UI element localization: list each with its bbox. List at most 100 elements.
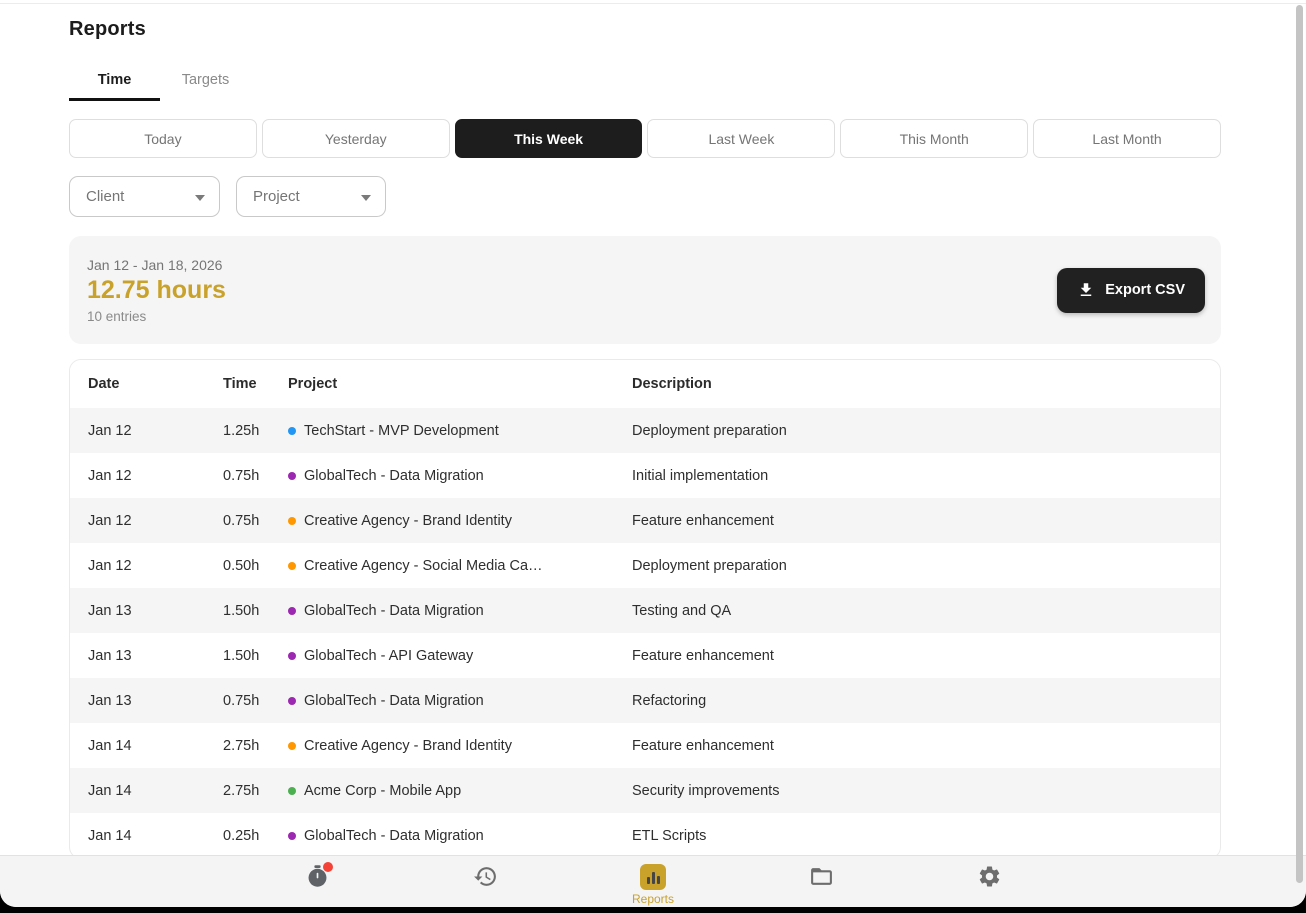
summary-entry-count: 10 entries bbox=[87, 309, 226, 324]
app-window: Reports Time Targets Today Yesterday Thi… bbox=[0, 0, 1306, 907]
cell-project: GlobalTech - Data Migration bbox=[288, 693, 632, 709]
project-color-dot bbox=[288, 832, 296, 840]
history-icon bbox=[473, 864, 498, 889]
cell-description: Security improvements bbox=[632, 783, 1202, 799]
project-name: GlobalTech - Data Migration bbox=[304, 468, 484, 484]
cell-time: 0.75h bbox=[223, 513, 288, 529]
table-body: Jan 12 1.25h TechStart - MVP Development… bbox=[70, 408, 1220, 858]
cell-date: Jan 13 bbox=[88, 603, 223, 619]
range-yesterday-button[interactable]: Yesterday bbox=[262, 119, 450, 158]
notification-badge bbox=[323, 862, 333, 872]
cell-date: Jan 14 bbox=[88, 828, 223, 844]
table-row[interactable]: Jan 14 0.25h GlobalTech - Data Migration… bbox=[70, 813, 1220, 858]
nav-item-projects[interactable] bbox=[737, 856, 905, 907]
project-color-dot bbox=[288, 472, 296, 480]
client-filter-dropdown[interactable]: Client bbox=[69, 176, 220, 217]
project-filter-dropdown[interactable]: Project bbox=[236, 176, 386, 217]
nav-reports-label: Reports bbox=[632, 892, 674, 906]
project-color-dot bbox=[288, 652, 296, 660]
export-csv-button[interactable]: Export CSV bbox=[1057, 268, 1205, 313]
bottom-nav-bar: Reports bbox=[0, 855, 1306, 907]
cell-project: Creative Agency - Social Media Ca… bbox=[288, 558, 632, 574]
cell-description: Feature enhancement bbox=[632, 648, 1202, 664]
summary-total-hours: 12.75 hours bbox=[87, 276, 226, 305]
project-name: TechStart - MVP Development bbox=[304, 423, 499, 439]
tab-targets[interactable]: Targets bbox=[160, 59, 251, 101]
nav-item-timer[interactable] bbox=[233, 856, 401, 907]
nav-item-settings[interactable] bbox=[905, 856, 1073, 907]
cell-description: Feature enhancement bbox=[632, 513, 1202, 529]
project-color-dot bbox=[288, 517, 296, 525]
entries-table: Date Time Project Description Jan 12 1.2… bbox=[69, 359, 1221, 859]
range-today-button[interactable]: Today bbox=[69, 119, 257, 158]
filter-row: Client Project bbox=[69, 176, 1221, 217]
table-row[interactable]: Jan 12 0.75h GlobalTech - Data Migration… bbox=[70, 453, 1220, 498]
column-header-project: Project bbox=[288, 376, 632, 392]
chevron-down-icon bbox=[361, 195, 371, 201]
cell-time: 0.25h bbox=[223, 828, 288, 844]
project-name: GlobalTech - API Gateway bbox=[304, 648, 473, 664]
vertical-scrollbar[interactable] bbox=[1296, 5, 1303, 883]
table-row[interactable]: Jan 14 2.75h Acme Corp - Mobile App Secu… bbox=[70, 768, 1220, 813]
cell-date: Jan 12 bbox=[88, 423, 223, 439]
tab-time[interactable]: Time bbox=[69, 59, 160, 101]
column-header-date: Date bbox=[88, 376, 223, 392]
table-header-row: Date Time Project Description bbox=[70, 360, 1220, 408]
project-name: Creative Agency - Social Media Ca… bbox=[304, 558, 543, 574]
table-row[interactable]: Jan 14 2.75h Creative Agency - Brand Ide… bbox=[70, 723, 1220, 768]
page-title: Reports bbox=[69, 18, 1221, 41]
cell-description: Deployment preparation bbox=[632, 423, 1202, 439]
project-color-dot bbox=[288, 742, 296, 750]
cell-time: 1.50h bbox=[223, 648, 288, 664]
project-name: Acme Corp - Mobile App bbox=[304, 783, 461, 799]
client-filter-label: Client bbox=[86, 188, 124, 205]
summary-date-range: Jan 12 - Jan 18, 2026 bbox=[87, 257, 226, 273]
table-row[interactable]: Jan 13 1.50h GlobalTech - Data Migration… bbox=[70, 588, 1220, 633]
range-last-week-button[interactable]: Last Week bbox=[647, 119, 835, 158]
summary-texts: Jan 12 - Jan 18, 2026 12.75 hours 10 ent… bbox=[87, 257, 226, 324]
nav-item-reports[interactable]: Reports bbox=[569, 856, 737, 907]
range-this-week-button[interactable]: This Week bbox=[455, 119, 643, 158]
cell-date: Jan 14 bbox=[88, 783, 223, 799]
table-row[interactable]: Jan 12 1.25h TechStart - MVP Development… bbox=[70, 408, 1220, 453]
cell-description: Deployment preparation bbox=[632, 558, 1202, 574]
cell-time: 0.75h bbox=[223, 693, 288, 709]
cell-description: ETL Scripts bbox=[632, 828, 1202, 844]
cell-date: Jan 13 bbox=[88, 648, 223, 664]
cell-time: 1.50h bbox=[223, 603, 288, 619]
table-row[interactable]: Jan 12 0.50h Creative Agency - Social Me… bbox=[70, 543, 1220, 588]
cell-project: GlobalTech - Data Migration bbox=[288, 468, 632, 484]
cell-date: Jan 12 bbox=[88, 468, 223, 484]
project-name: GlobalTech - Data Migration bbox=[304, 693, 484, 709]
reports-icon bbox=[640, 864, 666, 890]
range-last-month-button[interactable]: Last Month bbox=[1033, 119, 1221, 158]
table-row[interactable]: Jan 13 1.50h GlobalTech - API Gateway Fe… bbox=[70, 633, 1220, 678]
table-row[interactable]: Jan 12 0.75h Creative Agency - Brand Ide… bbox=[70, 498, 1220, 543]
table-row[interactable]: Jan 13 0.75h GlobalTech - Data Migration… bbox=[70, 678, 1220, 723]
cell-project: Acme Corp - Mobile App bbox=[288, 783, 632, 799]
cell-description: Testing and QA bbox=[632, 603, 1202, 619]
export-csv-label: Export CSV bbox=[1105, 282, 1185, 298]
project-color-dot bbox=[288, 607, 296, 615]
download-icon bbox=[1077, 281, 1095, 299]
project-name: Creative Agency - Brand Identity bbox=[304, 738, 512, 754]
tab-bar: Time Targets bbox=[69, 59, 1221, 101]
cell-project: TechStart - MVP Development bbox=[288, 423, 632, 439]
folder-icon bbox=[809, 864, 834, 889]
cell-description: Refactoring bbox=[632, 693, 1202, 709]
column-header-description: Description bbox=[632, 376, 1202, 392]
cell-time: 0.75h bbox=[223, 468, 288, 484]
project-color-dot bbox=[288, 427, 296, 435]
column-header-time: Time bbox=[223, 376, 288, 392]
project-name: Creative Agency - Brand Identity bbox=[304, 513, 512, 529]
cell-project: GlobalTech - Data Migration bbox=[288, 828, 632, 844]
cell-project: GlobalTech - Data Migration bbox=[288, 603, 632, 619]
range-this-month-button[interactable]: This Month bbox=[840, 119, 1028, 158]
cell-project: Creative Agency - Brand Identity bbox=[288, 513, 632, 529]
cell-project: GlobalTech - API Gateway bbox=[288, 648, 632, 664]
nav-item-history[interactable] bbox=[401, 856, 569, 907]
summary-card: Jan 12 - Jan 18, 2026 12.75 hours 10 ent… bbox=[69, 236, 1221, 344]
settings-gear-icon bbox=[977, 864, 1002, 889]
cell-date: Jan 13 bbox=[88, 693, 223, 709]
project-name: GlobalTech - Data Migration bbox=[304, 603, 484, 619]
